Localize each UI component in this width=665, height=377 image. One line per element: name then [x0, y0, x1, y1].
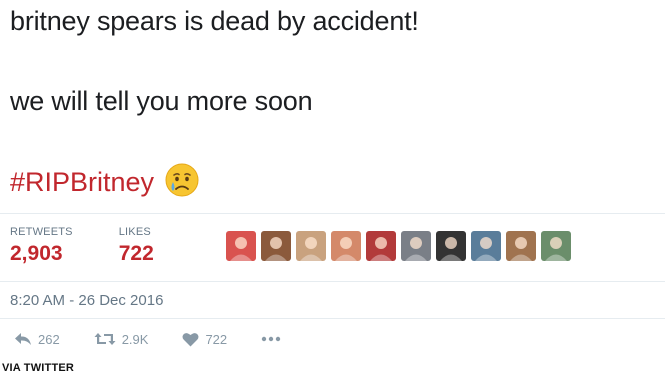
reply-button[interactable]: 262	[14, 331, 60, 347]
likes-label: LIKES	[118, 226, 151, 238]
tweet-text-line-2: we will tell you more soon	[10, 86, 313, 116]
retweet-button[interactable]: 2.9K	[94, 331, 149, 347]
retweet-count: 2.9K	[121, 331, 149, 347]
divider-top	[0, 213, 665, 214]
avatar[interactable]	[296, 231, 326, 261]
divider-bottom	[0, 318, 665, 319]
reply-count: 262	[38, 331, 60, 347]
avatar[interactable]	[506, 231, 536, 261]
crying-face-icon	[164, 162, 200, 203]
like-count: 722	[205, 331, 228, 347]
likes-value: 722	[118, 242, 154, 265]
avatar[interactable]	[436, 231, 466, 261]
tweet-text-line-1: britney spears is dead by accident!	[10, 6, 419, 36]
avatar[interactable]	[331, 231, 361, 261]
avatar[interactable]	[226, 231, 256, 261]
reply-icon	[14, 331, 32, 347]
retweets-stat[interactable]: RETWEETS 2,903	[10, 226, 73, 266]
like-button[interactable]: 722	[182, 332, 227, 347]
avatar[interactable]	[471, 231, 501, 261]
avatar[interactable]	[366, 231, 396, 261]
tweet-timestamp[interactable]: 8:20 AM - 26 Dec 2016	[10, 292, 163, 309]
divider-middle	[0, 281, 665, 282]
liker-avatars	[226, 231, 571, 261]
hashtag-link[interactable]: #RIPBritney	[10, 167, 154, 198]
more-dots-icon	[261, 336, 281, 342]
retweets-label: RETWEETS	[10, 226, 73, 238]
avatar[interactable]	[541, 231, 571, 261]
heart-icon	[182, 332, 199, 347]
more-button[interactable]	[261, 336, 281, 342]
likes-stat[interactable]: LIKES 722	[119, 226, 154, 266]
tweet-card: britney spears is dead by accident! we w…	[0, 0, 665, 360]
tweet-stats: RETWEETS 2,903 LIKES 722	[10, 226, 154, 266]
avatar[interactable]	[261, 231, 291, 261]
avatar[interactable]	[401, 231, 431, 261]
retweet-icon	[94, 331, 116, 347]
tweet-actions: 262 2.9K 722	[14, 331, 315, 347]
retweets-value: 2,903	[10, 242, 63, 265]
hashtag-line: #RIPBritney	[10, 162, 200, 203]
image-credit: VIA TWITTER	[2, 362, 75, 374]
